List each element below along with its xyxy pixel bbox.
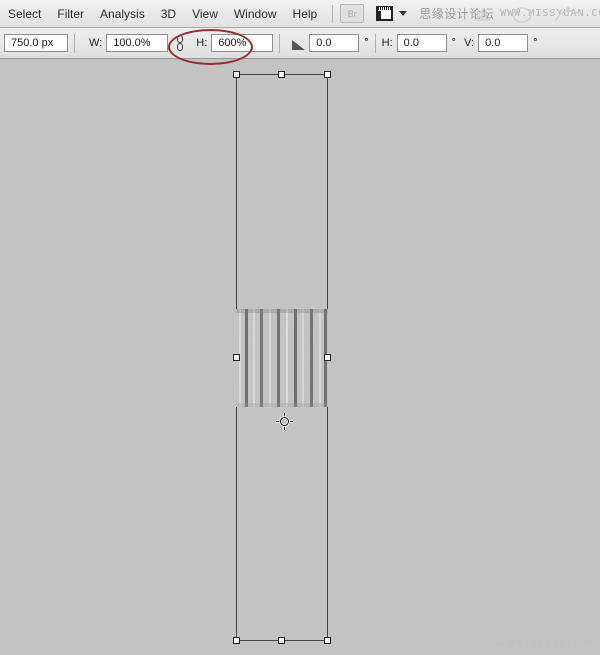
skew-horizontal-label: H: xyxy=(381,37,393,49)
watermark-chinese: 思缘设计论坛 xyxy=(419,7,495,21)
transform-reference-point-icon[interactable] xyxy=(276,413,293,430)
options-divider xyxy=(74,33,75,53)
bridge-launch-button[interactable]: Br xyxy=(340,4,365,23)
menu-item-3d[interactable]: 3D xyxy=(153,3,184,25)
link-constraint-icon[interactable] xyxy=(174,34,186,52)
width-percent-field[interactable]: 100.0% xyxy=(106,34,169,52)
tool-options-bar: 750.0 px W: 100.0% H: 600% 0.0 ° H: 0.0 … xyxy=(0,28,600,59)
skew-vertical-field[interactable]: 0.0 xyxy=(478,34,529,52)
transform-handle-top-center[interactable] xyxy=(278,71,285,78)
width-label: W: xyxy=(89,37,103,49)
watermark-url: WWW.MISSYUAN.COM xyxy=(500,8,600,19)
options-divider-2 xyxy=(279,33,281,53)
screen-mode-icon xyxy=(376,6,394,21)
chevron-down-icon[interactable] xyxy=(399,11,408,16)
noise-texture xyxy=(236,309,328,407)
menu-item-analysis[interactable]: Analysis xyxy=(92,3,153,25)
menu-item-window[interactable]: Window xyxy=(226,3,285,25)
menu-item-select[interactable]: Select xyxy=(0,3,49,25)
height-percent-field[interactable]: 600% xyxy=(211,34,274,52)
transform-handle-middle-left[interactable] xyxy=(233,353,240,361)
menu-item-help[interactable]: Help xyxy=(285,3,326,25)
menu-bar: Select Filter Analysis 3D View Window He… xyxy=(0,0,600,28)
transform-handle-top-right[interactable] xyxy=(324,71,331,78)
menu-divider xyxy=(332,4,334,23)
options-divider-3 xyxy=(374,33,376,53)
transform-handle-middle-right[interactable] xyxy=(324,353,331,361)
rotation-angle-field[interactable]: 0.0 xyxy=(309,34,360,52)
layer-pixel-content[interactable] xyxy=(236,309,328,407)
document-canvas[interactable]: www.missyuan.com xyxy=(0,60,600,655)
rotate-angle-icon xyxy=(292,37,306,50)
transform-handle-bottom-center[interactable] xyxy=(278,637,285,644)
height-label: H: xyxy=(196,37,208,49)
canvas-watermark: www.missyuan.com xyxy=(481,638,594,649)
menu-item-view[interactable]: View xyxy=(184,3,226,25)
transform-handle-bottom-left[interactable] xyxy=(233,637,240,644)
screen-mode-control[interactable] xyxy=(376,6,408,21)
skew-horizontal-unit: ° xyxy=(451,37,457,49)
transform-handle-top-left[interactable] xyxy=(233,71,240,78)
menu-item-filter[interactable]: Filter xyxy=(49,3,92,25)
skew-vertical-unit: ° xyxy=(533,37,538,49)
reference-position-field[interactable]: 750.0 px xyxy=(4,34,68,52)
skew-vertical-label: V: xyxy=(464,37,475,49)
rotation-angle-unit: ° xyxy=(364,37,369,49)
skew-horizontal-field[interactable]: 0.0 xyxy=(396,34,447,52)
transform-handle-bottom-right[interactable] xyxy=(324,637,331,644)
